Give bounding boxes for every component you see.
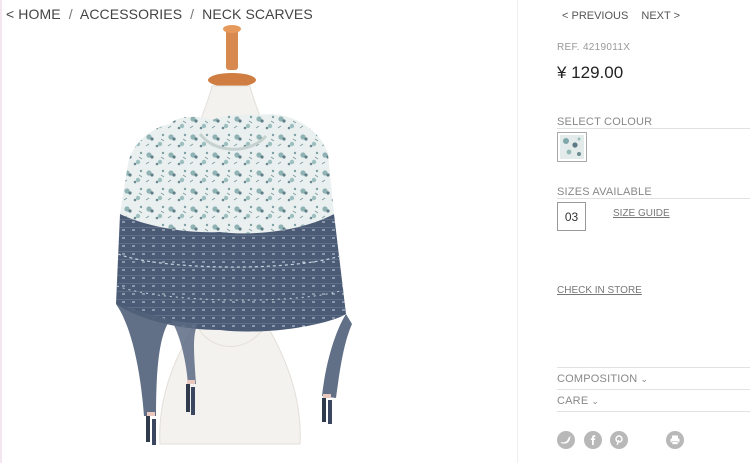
section-divider — [557, 367, 750, 368]
pinterest-icon[interactable] — [610, 431, 628, 449]
breadcrumb: < HOME / ACCESSORIES / NECK SCARVES — [6, 6, 313, 22]
care-label: CARE — [557, 395, 589, 407]
scarf-floral-drape — [120, 114, 334, 234]
breadcrumb-accessories-link[interactable]: ACCESSORIES — [80, 6, 182, 22]
chevron-down-icon: ⌄ — [640, 374, 649, 384]
mannequin-cap — [223, 25, 241, 33]
product-reference: REF. 4219011X — [557, 42, 631, 53]
select-colour-label: SELECT COLOUR — [557, 116, 653, 128]
scarf-left-end — [116, 304, 170, 416]
product-pager: < PREVIOUS NEXT > — [562, 10, 680, 22]
mannequin-neck-wood — [226, 28, 238, 70]
facebook-icon[interactable] — [584, 431, 602, 449]
section-divider — [557, 128, 750, 129]
composition-label: COMPOSITION — [557, 373, 638, 385]
next-link[interactable]: NEXT > — [641, 10, 680, 22]
details-divider — [517, 0, 518, 463]
product-price: ¥ 129.00 — [557, 63, 624, 82]
breadcrumb-home-link[interactable]: HOME — [18, 6, 60, 22]
mannequin-collar — [208, 73, 256, 87]
size-option-03[interactable]: 03 — [557, 202, 586, 231]
chevron-down-icon: ⌄ — [591, 396, 600, 406]
scarf-right-end — [322, 314, 352, 398]
breadcrumb-separator: / — [68, 6, 73, 22]
breadcrumb-current-page[interactable]: NECK SCARVES — [202, 6, 313, 22]
sizes-available-label: SIZES AVAILABLE — [557, 186, 652, 198]
composition-accordion[interactable]: COMPOSITION ⌄ — [557, 373, 648, 385]
print-icon[interactable] — [666, 431, 684, 449]
colour-swatch[interactable] — [557, 132, 587, 162]
breadcrumb-back-arrow[interactable]: < — [6, 6, 14, 22]
size-guide-link[interactable]: SIZE GUIDE — [613, 208, 670, 219]
left-edge-strip — [0, 0, 2, 463]
breadcrumb-separator: / — [190, 6, 195, 22]
product-photo[interactable] — [100, 24, 370, 463]
section-divider — [557, 389, 750, 390]
check-in-store-link[interactable]: CHECK IN STORE — [557, 285, 642, 296]
floral-blue-swatch-icon — [560, 135, 584, 159]
previous-link[interactable]: < PREVIOUS — [562, 10, 628, 22]
section-divider — [557, 411, 750, 412]
twitter-icon[interactable] — [557, 431, 575, 449]
section-divider — [557, 198, 750, 199]
care-accordion[interactable]: CARE ⌄ — [557, 395, 599, 407]
